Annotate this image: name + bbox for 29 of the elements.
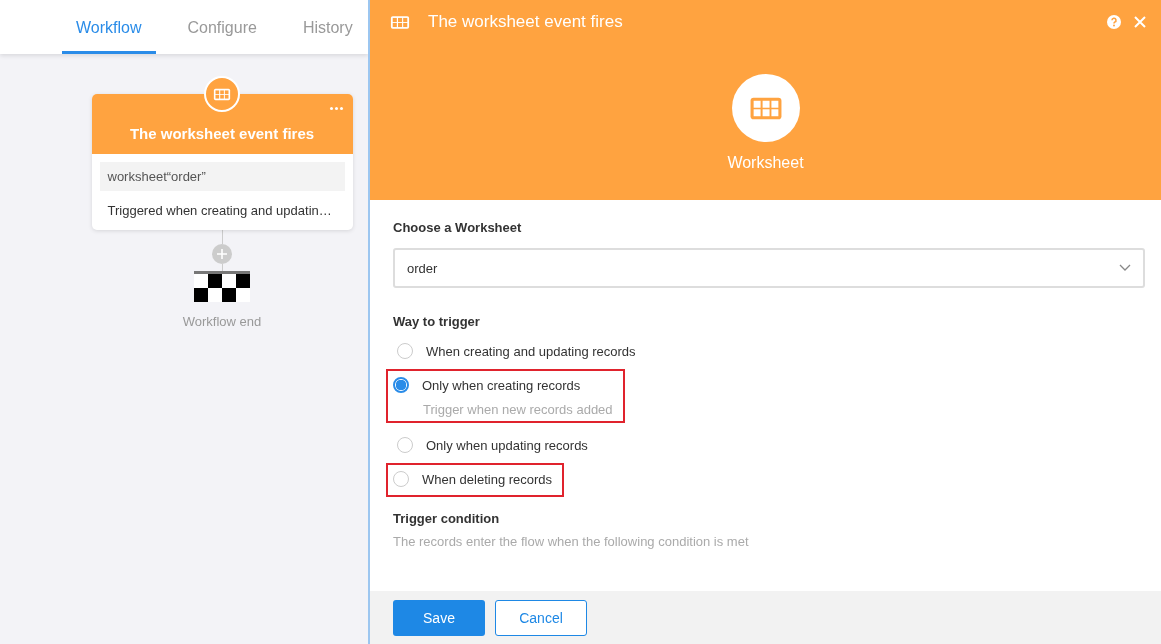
grid-icon bbox=[748, 95, 783, 121]
grid-icon bbox=[390, 14, 410, 30]
hero-label: Worksheet bbox=[727, 154, 804, 172]
checkered-flag-icon bbox=[194, 271, 250, 302]
close-icon[interactable] bbox=[1133, 15, 1147, 29]
field-label: Way to trigger bbox=[393, 314, 481, 329]
grid-icon bbox=[212, 87, 231, 101]
radio-option[interactable]: When deleting records bbox=[393, 467, 553, 491]
panel-title: The worksheet event fires bbox=[428, 12, 624, 32]
cancel-button[interactable]: Cancel bbox=[495, 599, 587, 636]
field-label: Choose a Worksheet bbox=[393, 220, 523, 235]
field-label: Trigger condition bbox=[393, 511, 501, 526]
condition-text: The records enter the flow when the following condition is met bbox=[393, 534, 750, 549]
tab[interactable]: Workflow bbox=[62, 0, 156, 54]
more-icon[interactable] bbox=[329, 107, 343, 110]
node-description: Triggered when creating and updatin… bbox=[106, 202, 333, 218]
save-button[interactable]: Save bbox=[393, 599, 485, 636]
help-icon[interactable] bbox=[1107, 15, 1121, 29]
caret-icon bbox=[1119, 264, 1131, 272]
worksheet-select[interactable]: order bbox=[393, 248, 1145, 288]
node-card[interactable]: The worksheet event fires worksheet“order” Triggered when creating and updatin… bbox=[91, 94, 353, 230]
add-node-button[interactable] bbox=[212, 244, 232, 264]
radio-option[interactable]: Only when creating records bbox=[393, 373, 613, 397]
option-hint: Trigger when new records added bbox=[422, 402, 613, 417]
workflow-end-label: Workflow end bbox=[182, 314, 262, 329]
radio-option[interactable]: When creating and updating records bbox=[397, 339, 636, 363]
node-source: worksheet“order” bbox=[99, 162, 345, 191]
radio-option[interactable]: Only when updating records bbox=[397, 433, 588, 457]
node-title: The worksheet event fires bbox=[129, 125, 315, 144]
